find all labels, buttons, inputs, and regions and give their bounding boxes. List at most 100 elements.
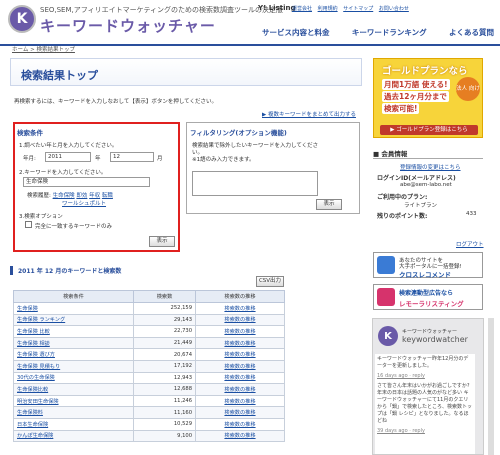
search-count: 20,674: [133, 348, 196, 361]
search-count: 21,449: [133, 336, 196, 350]
trend-link[interactable]: 検索数の推移: [195, 302, 285, 315]
search-history: 検索履歴: 生命保険 即効 年収 転職: [27, 191, 113, 199]
col-trend: 検索数の推移: [195, 290, 285, 303]
keyword-link[interactable]: 生命保険: [13, 302, 134, 315]
keyword-link[interactable]: 生命保険 比較: [13, 325, 134, 338]
banner-brand: クロスレコメンド: [399, 271, 451, 279]
trend-link[interactable]: 検索数の推移: [195, 417, 285, 431]
listing-logo[interactable]: Y! Listing: [258, 4, 295, 12]
keyword-link[interactable]: 日本生命保険: [13, 417, 134, 431]
search-conditions-title: 検索条件: [17, 129, 43, 137]
cross-recommend-banner[interactable]: あなたのサイトを 大手ポータルに一括登録! クロスレコメンド: [373, 252, 483, 279]
top-links: 運営会社 利用規約 サイトマップ お問い合わせ: [292, 5, 413, 12]
page-title: 検索結果トップ: [21, 69, 98, 82]
keyword-input[interactable]: 生命保険: [23, 177, 150, 187]
tweet: キーワードウォッチャー昨年12月分のデーターを更新しました。: [377, 356, 469, 369]
twitter-handle[interactable]: keywordwatcher: [402, 335, 468, 344]
results-table: 検索条件 検索数 検索数の推移 生命保険 252,159 検索数の推移 生命保険 ラン…: [13, 290, 285, 443]
nav-service[interactable]: サービス内容と料金: [262, 27, 330, 38]
trend-link[interactable]: 検索数の推移: [195, 383, 285, 396]
ad-line: 過去12ヶ月分まで: [382, 91, 449, 102]
trend-link[interactable]: 検索数の推移: [195, 336, 285, 350]
table-row: 生命保険 見積もり 17,192 検索数の推移: [13, 359, 285, 373]
trend-link[interactable]: 検索数の推移: [195, 348, 285, 361]
corporate-badge: 法人 向け: [456, 77, 480, 101]
bulk-export-link[interactable]: ▶ 複数キーワードをまとめて出力する: [262, 110, 356, 118]
col-keyword: 検索条件: [13, 290, 134, 303]
twitter-avatar[interactable]: K: [378, 326, 398, 346]
trend-link[interactable]: 検索数の推移: [195, 325, 285, 338]
logout-link[interactable]: ログアウト: [456, 240, 484, 248]
tweet-list: キーワードウォッチャー昨年12月分のデーターを更新しました。 16 days a…: [375, 354, 475, 454]
trend-link[interactable]: 検索数の推移: [195, 406, 285, 419]
logo-text[interactable]: キーワードウォッチャー: [40, 15, 216, 36]
edit-profile-link[interactable]: 登録情報の変更はこちら: [400, 163, 461, 171]
keyword-link[interactable]: 生命保険比較: [13, 383, 134, 396]
search-count: 12,943: [133, 371, 196, 385]
keyword-link[interactable]: かんぽ生命保険: [13, 429, 134, 443]
nav-ranking[interactable]: キーワードランキング: [352, 27, 427, 38]
listing-icon: [377, 288, 395, 306]
table-row: 生命保険 252,159 検索数の推移: [13, 302, 285, 315]
tweet-time[interactable]: 16 days ago · reply: [377, 373, 473, 380]
table-header: 検索条件 検索数 検索数の推移: [13, 290, 285, 303]
filter-textarea[interactable]: [192, 171, 318, 196]
remora-listing-banner[interactable]: 検索連動型広告なら レモーラリスティング: [373, 284, 483, 310]
table-row: 生命保険 選び方 20,674 検索数の推移: [13, 348, 285, 361]
trend-link[interactable]: 検索数の推移: [195, 371, 285, 385]
results-title: 2011 年 12 月のキーワードと検索数: [10, 266, 121, 275]
breadcrumb[interactable]: ホーム > 検索結果トップ: [12, 45, 75, 53]
points-label: 残りのポイント数:: [377, 213, 428, 220]
submit-button[interactable]: 表示: [149, 236, 175, 247]
search-count: 12,688: [133, 383, 196, 396]
gold-plan-button[interactable]: ▶ ゴールドプラン登録はこちら: [380, 125, 478, 135]
keyword-link[interactable]: 生命保険 相談: [13, 336, 134, 350]
history-item[interactable]: ワールシュポルト: [62, 199, 106, 207]
top-link-contact[interactable]: お問い合わせ: [379, 6, 409, 12]
trend-link[interactable]: 検索数の推移: [195, 313, 285, 327]
member-info-title: ■ 会員情報: [373, 148, 483, 159]
filter-desc: 検索結果で除外したいキーワードを入力してくださ: [192, 143, 319, 149]
gold-plan-ad[interactable]: ゴールドプランなら 月間1万語 使える! 過去12ヶ月分まで 検索可能! 法人 …: [373, 58, 483, 138]
year-suffix: 年: [95, 156, 101, 162]
page-title-box: 検索結果トップ: [10, 58, 362, 86]
keyword-link[interactable]: 30代の生命保険: [13, 371, 134, 385]
ad-line: 月間1万語 使える!: [382, 79, 450, 90]
month-input[interactable]: 12: [110, 152, 154, 162]
trend-link[interactable]: 検索数の推移: [195, 394, 285, 408]
trend-link[interactable]: 検索数の推移: [195, 429, 285, 443]
table-row: かんぽ生命保険 9,100 検索数の推移: [13, 429, 285, 443]
twitter-account-label: キーワードウォッチャー: [402, 329, 457, 335]
twitter-scrollbar[interactable]: [488, 318, 494, 455]
table-row: 生命保険比較 12,688 検索数の推移: [13, 383, 285, 396]
login-id-label: ログインID(メールアドレス): [377, 175, 456, 182]
exact-match-checkbox[interactable]: [25, 221, 32, 228]
table-row: 生命保険料 11,160 検索数の推移: [13, 406, 285, 419]
search-count: 11,246: [133, 394, 196, 408]
keyword-link[interactable]: 生命保険 見積もり: [13, 359, 134, 373]
keyword-link[interactable]: 明治安田生命保険: [13, 394, 134, 408]
search-count: 9,100: [133, 429, 196, 443]
keyword-link[interactable]: 生命保険 選び方: [13, 348, 134, 361]
keyword-link[interactable]: 生命保険 ランキング: [13, 313, 134, 327]
month-suffix: 月: [157, 156, 163, 162]
keyword-link[interactable]: 生命保険料: [13, 406, 134, 419]
table-row: 生命保険 ランキング 29,143 検索数の推移: [13, 313, 285, 327]
trend-link[interactable]: 検索数の推移: [195, 359, 285, 373]
logo-icon[interactable]: K: [8, 5, 36, 33]
year-input[interactable]: 2011: [45, 152, 91, 162]
nav-faq[interactable]: よくある質問: [449, 27, 494, 38]
search-count: 11,160: [133, 406, 196, 419]
tagline: SEO,SEM,アフィリエイトマーケティングのための検索数調査ツールの決定版: [40, 6, 284, 14]
search-count: 252,159: [133, 302, 196, 315]
tweet-time[interactable]: 39 days ago · reply: [377, 428, 473, 435]
year-month-label: 年月:: [23, 156, 36, 162]
top-link-company[interactable]: 運営会社: [292, 6, 312, 12]
filter-submit-button[interactable]: 表示: [316, 199, 342, 210]
top-link-terms[interactable]: 利用規約: [318, 6, 338, 12]
ad-title: ゴールドプランなら: [382, 66, 468, 77]
table-row: 明治安田生命保険 11,246 検索数の推移: [13, 394, 285, 408]
csv-export-button[interactable]: CSV出力: [256, 276, 284, 287]
col-count: 検索数: [133, 290, 196, 303]
top-link-sitemap[interactable]: サイトマップ: [343, 6, 373, 12]
